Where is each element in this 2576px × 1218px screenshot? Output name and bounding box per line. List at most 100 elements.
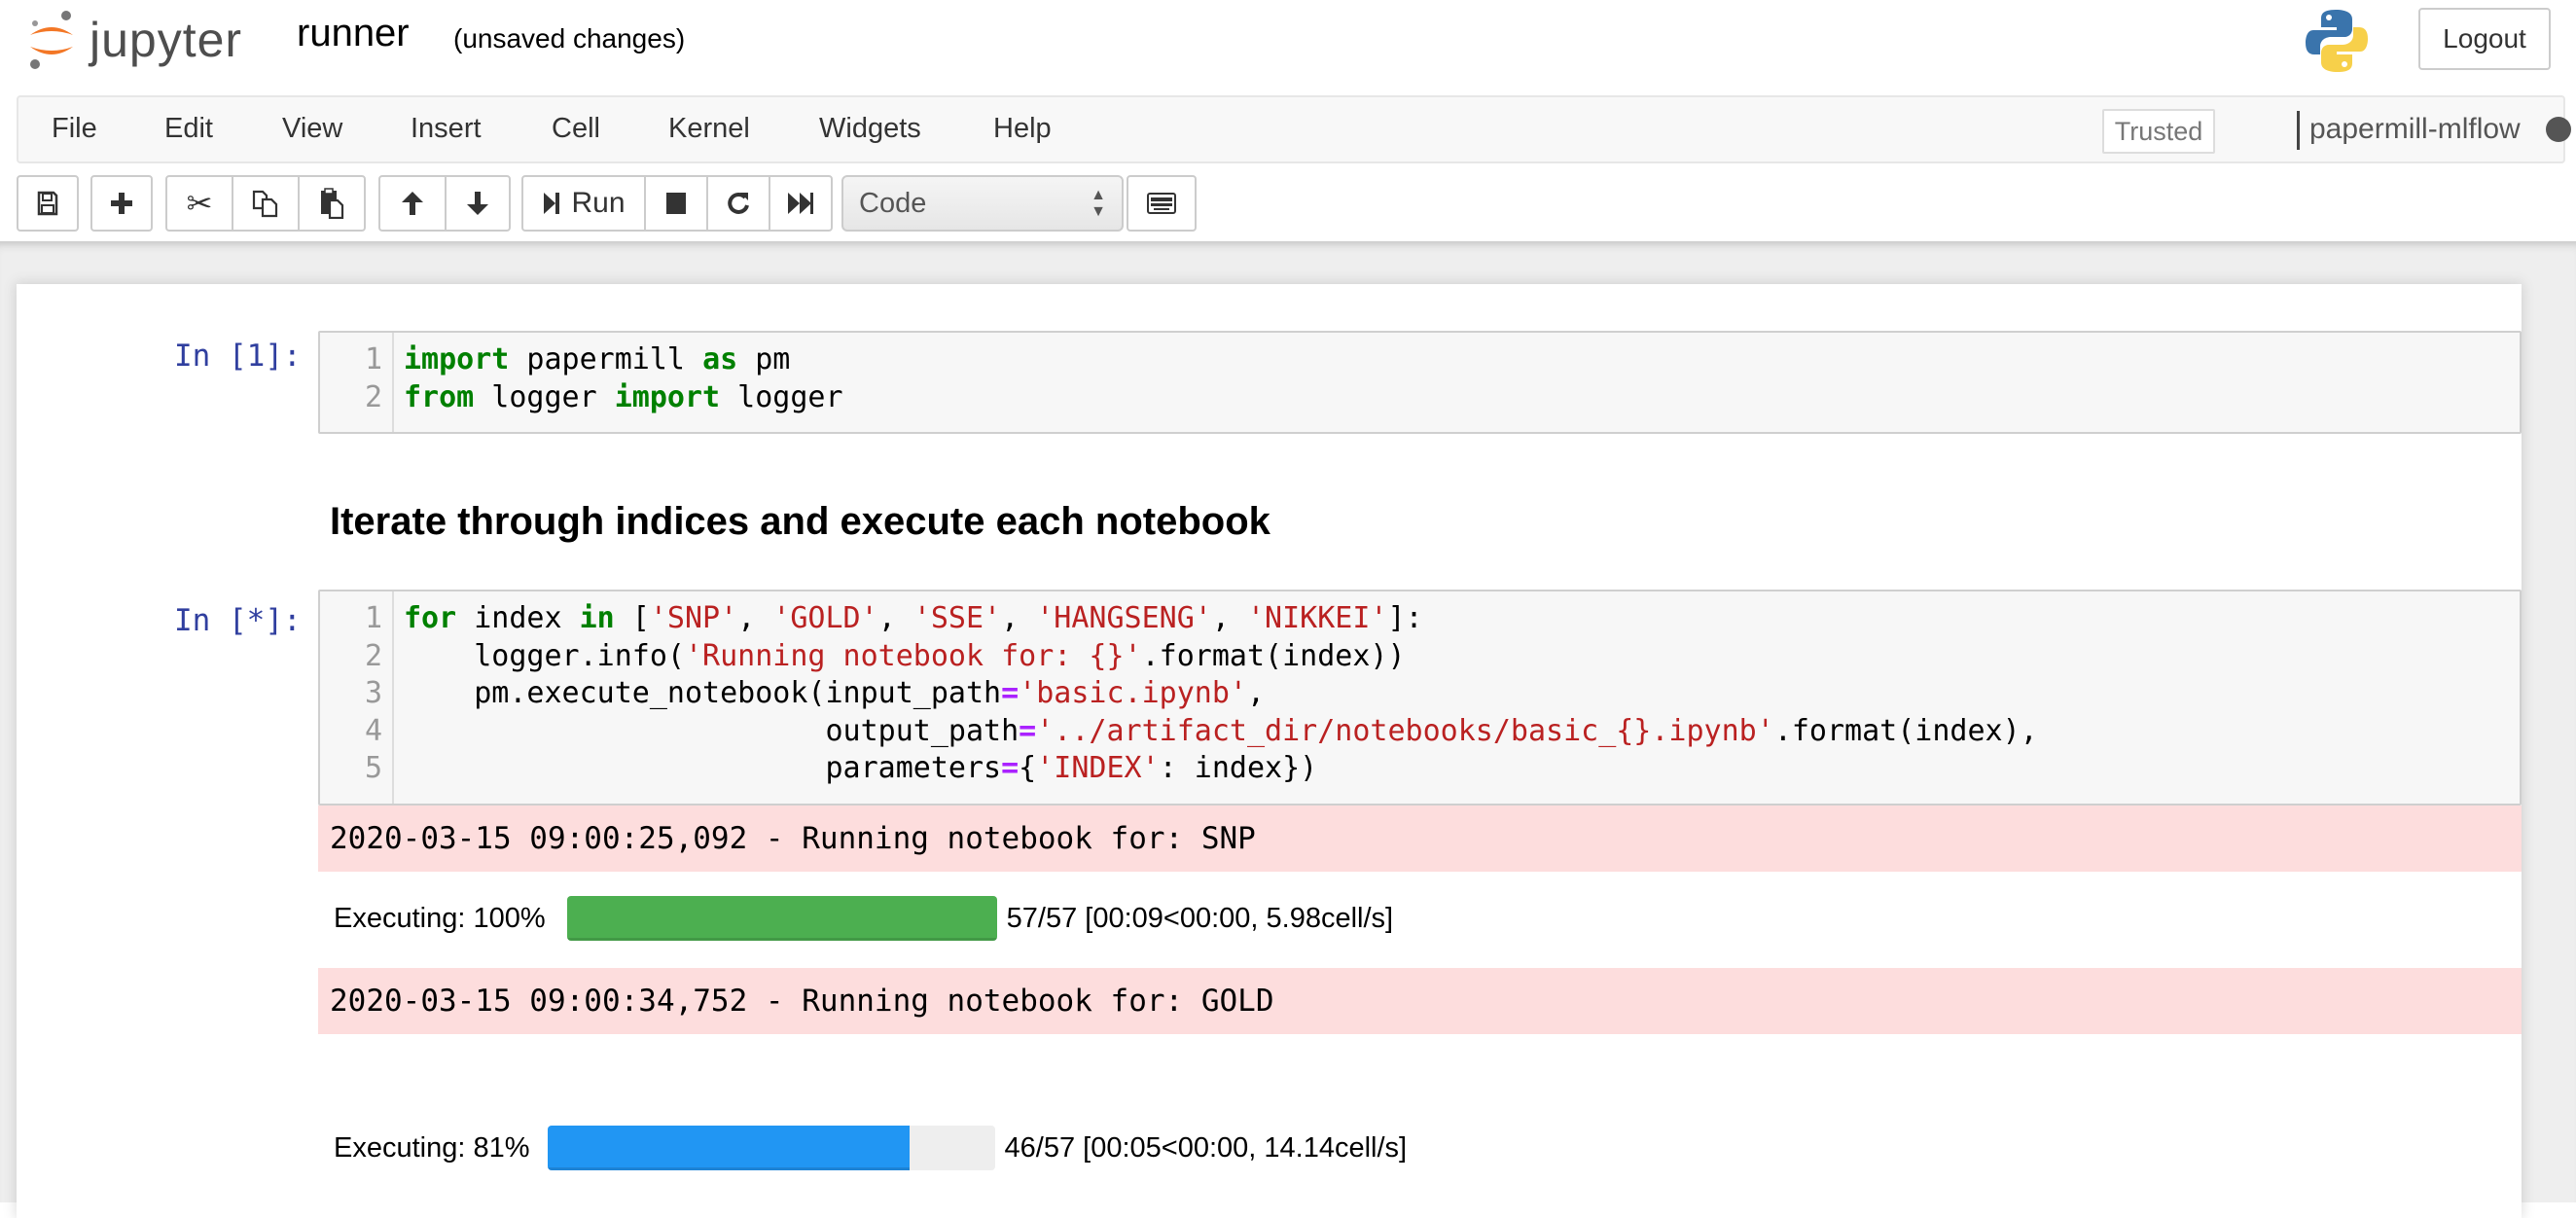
jupyter-wordmark: jupyter bbox=[89, 13, 243, 67]
scissors-icon: ✂ bbox=[186, 186, 213, 221]
code-line[interactable]: import papermill as pm bbox=[404, 342, 790, 376]
restart-run-all-button[interactable] bbox=[770, 177, 831, 230]
header: jupyter runner (unsaved changes) Logout bbox=[0, 0, 2576, 93]
code-text: .format(index)) bbox=[1141, 638, 1406, 673]
menu-insert[interactable]: Insert bbox=[411, 113, 482, 145]
cell-1-prompt: In [1]: bbox=[174, 339, 302, 374]
code-string: 'GOLD' bbox=[772, 601, 878, 635]
jupyter-logo[interactable]: jupyter bbox=[27, 10, 242, 70]
cell-2-input[interactable]: 1 for index in ['SNP', 'GOLD', 'SSE', 'HA… bbox=[318, 590, 2522, 806]
notebook-name[interactable]: runner bbox=[297, 12, 410, 55]
line-number: 2 bbox=[364, 638, 382, 673]
progress-label: Executing: 81% bbox=[334, 1131, 530, 1164]
save-button[interactable] bbox=[18, 177, 77, 230]
code-line[interactable]: from logger import logger bbox=[404, 380, 843, 414]
cell-type-select[interactable]: Code ▲ ▼ bbox=[841, 175, 1124, 232]
stderr-output: 2020-03-15 09:00:25,092 - Running notebo… bbox=[318, 806, 2522, 872]
code-text: index bbox=[456, 601, 580, 635]
menu-file[interactable]: File bbox=[52, 113, 97, 145]
code-keyword: import bbox=[614, 379, 721, 414]
move-down-button[interactable] bbox=[447, 177, 509, 230]
code-text: logger bbox=[720, 379, 843, 414]
code-string: 'Running notebook for: {}' bbox=[684, 638, 1142, 673]
restart-button[interactable] bbox=[708, 177, 770, 230]
interrupt-button[interactable] bbox=[646, 177, 708, 230]
code-keyword: import bbox=[404, 342, 510, 376]
cell-2-prompt: In [*]: bbox=[174, 603, 302, 638]
insert-cell-button[interactable] bbox=[92, 177, 151, 230]
code-text: , bbox=[1001, 601, 1037, 635]
restart-icon bbox=[728, 192, 749, 214]
code-text: .format(index), bbox=[1773, 713, 2038, 748]
menu-widgets[interactable]: Widgets bbox=[819, 113, 921, 145]
line-number: 1 bbox=[364, 342, 382, 376]
cell-1-input[interactable]: 1 import papermill as pm 2 from logger impo… bbox=[318, 331, 2522, 434]
step-forward-icon bbox=[544, 193, 560, 214]
command-palette-group bbox=[1127, 175, 1197, 232]
save-status: (unsaved changes) bbox=[453, 23, 686, 54]
paste-button[interactable] bbox=[300, 177, 364, 230]
code-keyword: in bbox=[579, 601, 615, 635]
python-logo-icon bbox=[2306, 10, 2368, 72]
jupyter-logo-icon bbox=[30, 11, 73, 69]
code-line[interactable]: parameters={'INDEX': index}) bbox=[404, 751, 1317, 785]
code-line[interactable]: output_path='../artifact_dir/notebooks/b… bbox=[404, 713, 2038, 748]
line-number: 5 bbox=[364, 751, 382, 785]
menu-kernel[interactable]: Kernel bbox=[668, 113, 750, 145]
move-up-button[interactable] bbox=[380, 177, 447, 230]
code-text: pm.execute_notebook(input_path bbox=[404, 676, 1002, 710]
code-line[interactable]: pm.execute_notebook(input_path='basic.ip… bbox=[404, 676, 1265, 710]
insert-group bbox=[90, 175, 153, 232]
copy-button[interactable] bbox=[233, 177, 300, 230]
menu-help[interactable]: Help bbox=[993, 113, 1052, 145]
code-operator: = bbox=[1019, 713, 1037, 748]
progress-bar-fill bbox=[566, 896, 997, 941]
code-text: pm bbox=[737, 342, 791, 376]
menu-view[interactable]: View bbox=[282, 113, 342, 145]
command-palette-button[interactable] bbox=[1128, 177, 1195, 230]
trusted-indicator[interactable]: Trusted bbox=[2102, 109, 2215, 154]
line-number: 3 bbox=[364, 676, 382, 710]
menu-cell[interactable]: Cell bbox=[552, 113, 600, 145]
copy-icon bbox=[252, 190, 278, 218]
run-button[interactable]: Run bbox=[523, 177, 646, 230]
line-number: 2 bbox=[364, 379, 382, 414]
progress-bar-fill bbox=[547, 1126, 911, 1170]
menu-edit[interactable]: Edit bbox=[164, 113, 213, 145]
move-group bbox=[378, 175, 511, 232]
progress-row: Executing: 100% 57/57 [00:09<00:00, 5.98… bbox=[334, 895, 1393, 942]
plus-icon bbox=[111, 193, 132, 214]
menubar: File Edit View Insert Cell Kernel Widget… bbox=[17, 95, 2571, 163]
line-number: 1 bbox=[364, 601, 382, 635]
line-number: 4 bbox=[364, 713, 382, 748]
notebook-container: In [1]: 1 import papermill as pm 2 from log… bbox=[17, 284, 2522, 1218]
code-line[interactable]: for index in ['SNP', 'GOLD', 'SSE', 'HAN… bbox=[404, 601, 1423, 635]
code-string: 'NIKKEI' bbox=[1247, 601, 1388, 635]
code-line[interactable]: logger.info('Running notebook for: {}'.f… bbox=[404, 638, 1406, 673]
progress-row: Executing: 81% 46/57 [00:05<00:00, 14.14… bbox=[334, 1125, 1407, 1171]
clipboard-group: ✂ bbox=[165, 175, 366, 232]
run-label: Run bbox=[571, 187, 626, 219]
progress-stats: 57/57 [00:09<00:00, 5.98cell/s] bbox=[1006, 902, 1394, 934]
code-text: parameters bbox=[404, 751, 1002, 785]
code-keyword: from bbox=[404, 379, 475, 414]
stop-icon bbox=[666, 193, 686, 214]
logout-button[interactable]: Logout bbox=[2418, 8, 2551, 70]
progress-label: Executing: 100% bbox=[334, 902, 546, 934]
keyboard-icon bbox=[1147, 193, 1176, 214]
code-operator: = bbox=[1001, 751, 1020, 785]
code-operator: = bbox=[1001, 676, 1020, 710]
cut-button[interactable]: ✂ bbox=[167, 177, 233, 230]
code-text: output_path bbox=[404, 713, 1020, 748]
save-icon bbox=[37, 191, 58, 216]
cell-type-value: Code bbox=[859, 187, 927, 219]
code-keyword: as bbox=[702, 342, 738, 376]
code-text: logger bbox=[474, 379, 615, 414]
kernel-busy-indicator-icon bbox=[2546, 117, 2571, 142]
code-text: , bbox=[737, 601, 773, 635]
kernel-name[interactable]: papermill-mlflow bbox=[2309, 113, 2521, 146]
code-string: 'HANGSENG' bbox=[1036, 601, 1212, 635]
progress-bar bbox=[566, 896, 997, 941]
code-string: 'SNP' bbox=[649, 601, 738, 635]
code-string: 'basic.ipynb' bbox=[1019, 676, 1247, 710]
